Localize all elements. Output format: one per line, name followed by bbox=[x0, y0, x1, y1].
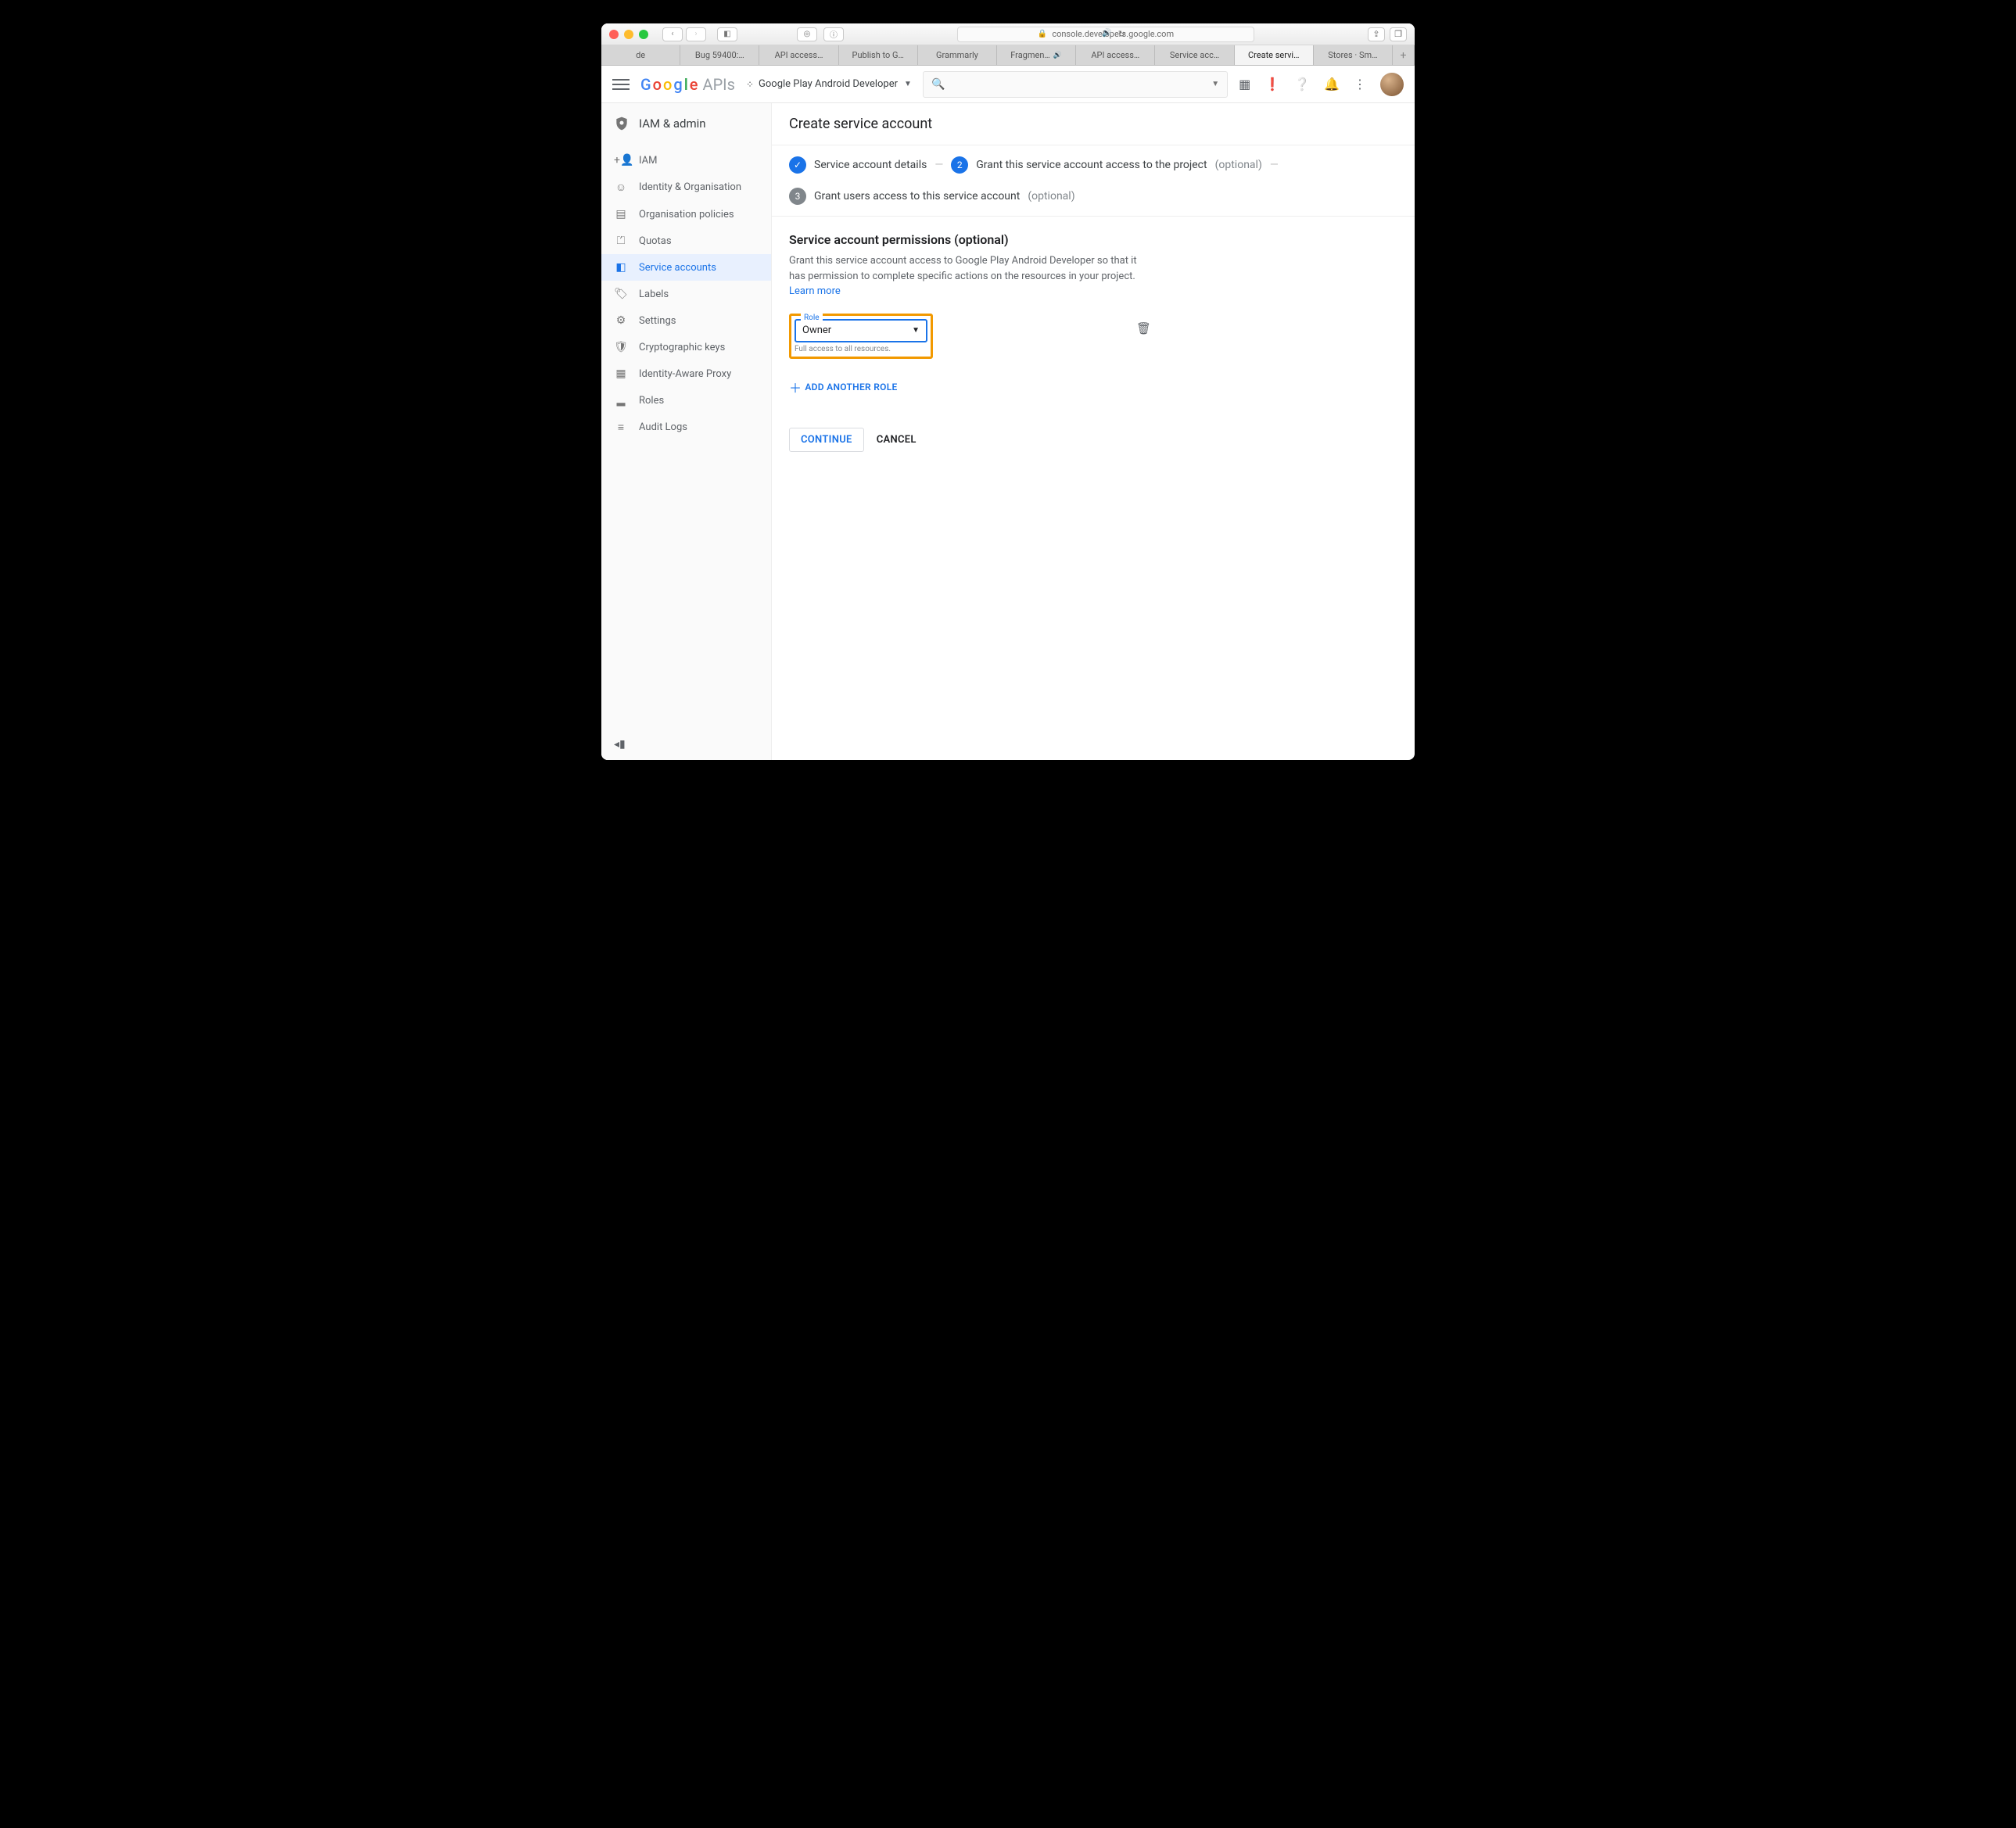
nav-audit-logs[interactable]: ≡Audit Logs bbox=[601, 414, 771, 441]
address-bar[interactable]: 🔒 console.developers.google.com 🔊 ↻ bbox=[957, 27, 1254, 42]
forward-button[interactable]: › bbox=[686, 27, 706, 41]
gear-icon: ⚙ bbox=[614, 314, 628, 327]
nav-iap[interactable]: ▦Identity-Aware Proxy bbox=[601, 360, 771, 387]
google-apis-logo[interactable]: Google APIs bbox=[640, 75, 735, 94]
step-2-label[interactable]: Grant this service account access to the… bbox=[976, 159, 1207, 171]
reader-button[interactable]: ◎ bbox=[797, 27, 817, 41]
learn-more-link[interactable]: Learn more bbox=[789, 285, 841, 297]
sidebar: IAM & admin +👤IAM ☺Identity & Organisati… bbox=[601, 103, 772, 760]
highlight-box: Role Owner ▼ Full access to all resource… bbox=[789, 314, 933, 359]
sidebar-toggle[interactable]: ◧ bbox=[717, 27, 737, 41]
nav-roles[interactable]: ▂Roles bbox=[601, 387, 771, 414]
role-help-text: Full access to all resources. bbox=[795, 345, 927, 353]
shield-icon: 🛡 bbox=[614, 341, 628, 353]
nav-labels[interactable]: 🏷Labels bbox=[601, 281, 771, 307]
audio-icon[interactable]: 🔊 bbox=[1102, 29, 1111, 39]
tag-icon: 🏷 bbox=[614, 288, 628, 300]
nav-org-policies[interactable]: ▤Organisation policies bbox=[601, 201, 771, 228]
roles-icon: ▂ bbox=[614, 394, 628, 407]
browser-tab[interactable]: Stores · Sm… bbox=[1314, 45, 1393, 65]
project-name: Google Play Android Developer bbox=[759, 78, 898, 90]
browser-tab[interactable]: Service acc… bbox=[1155, 45, 1234, 65]
cloud-header: Google APIs ⁘ Google Play Android Develo… bbox=[601, 66, 1415, 103]
person-add-icon: +👤 bbox=[614, 154, 628, 167]
role-select[interactable]: Owner ▼ bbox=[795, 319, 927, 342]
project-selector[interactable]: ⁘ Google Play Android Developer ▼ bbox=[746, 78, 912, 90]
minimize-window[interactable] bbox=[624, 30, 633, 39]
project-icon: ⁘ bbox=[746, 79, 752, 90]
maximize-window[interactable] bbox=[639, 30, 648, 39]
browser-tab[interactable]: API access… bbox=[1076, 45, 1155, 65]
tabs-icon[interactable]: ❐ bbox=[1390, 27, 1407, 41]
step-3-badge: 3 bbox=[789, 188, 806, 205]
key-icon: ◧ bbox=[614, 261, 628, 274]
plus-icon: ＋ bbox=[789, 378, 802, 396]
role-field-label: Role bbox=[801, 314, 823, 322]
continue-button[interactable]: CONTINUE bbox=[789, 428, 864, 452]
nav-settings[interactable]: ⚙Settings bbox=[601, 307, 771, 334]
chevron-down-icon: ▼ bbox=[912, 326, 920, 335]
new-tab-button[interactable]: + bbox=[1393, 45, 1415, 65]
nav-identity-org[interactable]: ☺Identity & Organisation bbox=[601, 174, 771, 201]
step-1-label[interactable]: Service account details bbox=[814, 159, 927, 171]
bell-icon[interactable]: 🔔 bbox=[1324, 77, 1340, 91]
gift-icon[interactable]: ▦ bbox=[1239, 77, 1250, 91]
doc-icon: ▤ bbox=[614, 208, 628, 220]
browser-tab[interactable]: Bug 59400:… bbox=[680, 45, 759, 65]
section-heading: Service account permissions (optional) bbox=[789, 232, 1397, 247]
step-3-optional: (optional) bbox=[1028, 190, 1074, 203]
chevron-down-icon: ▼ bbox=[1211, 80, 1219, 88]
audio-icon: 🔊 bbox=[1053, 52, 1062, 59]
nav-crypto-keys[interactable]: 🛡Cryptographic keys bbox=[601, 334, 771, 360]
search-input[interactable]: 🔍 ▼ bbox=[923, 71, 1228, 98]
account-icon: ☺ bbox=[614, 181, 628, 194]
section-title: IAM & admin bbox=[601, 103, 771, 144]
list-icon: ≡ bbox=[614, 421, 628, 434]
delete-role-icon[interactable]: 🗑 bbox=[1136, 321, 1151, 335]
help-icon[interactable]: ❔ bbox=[1294, 77, 1310, 91]
browser-tab[interactable]: API access… bbox=[759, 45, 838, 65]
collapse-sidebar[interactable]: ◂▮ bbox=[601, 729, 771, 760]
share-icon[interactable]: ⇪ bbox=[1368, 27, 1385, 41]
chevron-down-icon: ▼ bbox=[904, 80, 912, 88]
save-icon: ⏍ bbox=[614, 235, 628, 247]
step-2-badge: 2 bbox=[951, 156, 968, 174]
back-button[interactable]: ‹ bbox=[662, 27, 683, 41]
nav-service-accounts[interactable]: ◧Service accounts bbox=[601, 254, 771, 281]
step-2-optional: (optional) bbox=[1215, 159, 1262, 171]
browser-tab[interactable]: Grammarly bbox=[918, 45, 997, 65]
cancel-button[interactable]: CANCEL bbox=[877, 434, 917, 446]
role-value: Owner bbox=[802, 324, 831, 336]
grid-icon: ▦ bbox=[614, 367, 628, 380]
tab-strip: de Bug 59400:… API access… Publish to G…… bbox=[601, 45, 1415, 66]
page-title: Create service account bbox=[772, 103, 1415, 145]
info-button[interactable]: ⓘ bbox=[823, 27, 844, 41]
lock-icon: 🔒 bbox=[1038, 30, 1047, 38]
browser-tab[interactable]: Publish to G… bbox=[839, 45, 918, 65]
alert-icon[interactable]: ❗ bbox=[1264, 77, 1280, 91]
browser-tab[interactable]: Fragmen…🔊 bbox=[997, 45, 1076, 65]
window-controls bbox=[609, 30, 648, 39]
nav-quotas[interactable]: ⏍Quotas bbox=[601, 228, 771, 254]
reload-icon[interactable]: ↻ bbox=[1118, 29, 1125, 39]
browser-tab-active[interactable]: Create servi… bbox=[1235, 45, 1314, 65]
browser-tab[interactable]: de bbox=[601, 45, 680, 65]
section-description: Grant this service account access to Goo… bbox=[789, 253, 1149, 299]
menu-icon[interactable] bbox=[612, 76, 630, 93]
stepper: ✓ Service account details — 2 Grant this… bbox=[772, 145, 1415, 217]
nav-iam[interactable]: +👤IAM bbox=[601, 147, 771, 174]
avatar[interactable] bbox=[1380, 73, 1404, 96]
shield-icon bbox=[614, 114, 630, 133]
more-icon[interactable]: ⋮ bbox=[1354, 77, 1366, 91]
close-window[interactable] bbox=[609, 30, 619, 39]
add-another-role-button[interactable]: ＋ ADD ANOTHER ROLE bbox=[789, 378, 1397, 396]
search-icon: 🔍 bbox=[931, 78, 945, 91]
step-3-label[interactable]: Grant users access to this service accou… bbox=[814, 190, 1020, 203]
main-content: Create service account ✓ Service account… bbox=[772, 103, 1415, 760]
step-1-badge: ✓ bbox=[789, 156, 806, 174]
titlebar: ‹ › ◧ ◎ ⓘ 🔒 console.developers.google.co… bbox=[601, 23, 1415, 45]
nav: +👤IAM ☺Identity & Organisation ▤Organisa… bbox=[601, 144, 771, 441]
